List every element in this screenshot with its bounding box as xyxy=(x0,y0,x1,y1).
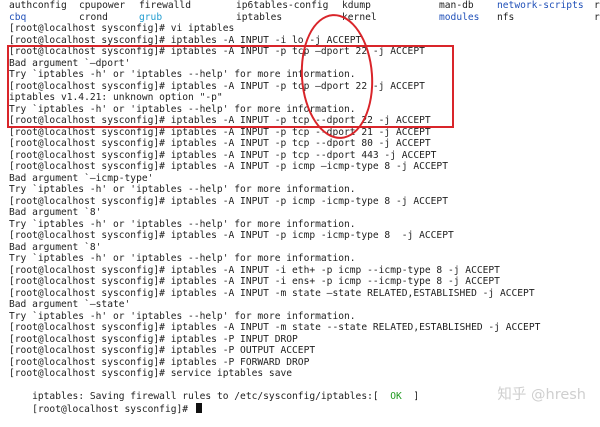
ls-output-row-1: authconfig cpupower firewalld ip6tables-… xyxy=(9,0,600,12)
terminal-line: Try `iptables -h' or 'iptables --help' f… xyxy=(9,218,356,230)
terminal-line: [root@localhost sysconfig]# iptables -P … xyxy=(9,345,316,356)
terminal-line: [root@localhost sysconfig]# iptables -A … xyxy=(9,230,454,241)
terminal-line: [root@localhost sysconfig]# iptables -A … xyxy=(9,276,500,287)
terminal-line: [root@localhost sysconfig]# iptables -P … xyxy=(9,333,298,345)
active-prompt-line[interactable]: [root@localhost sysconfig]# xyxy=(9,391,202,415)
terminal-line: [root@localhost sysconfig]# iptables -A … xyxy=(9,195,448,207)
shell-prompt: [root@localhost sysconfig]# xyxy=(32,403,194,415)
ls-entry: kdump xyxy=(342,0,371,11)
terminal-line: [root@localhost sysconfig]# iptables -A … xyxy=(9,287,535,299)
terminal-line: [root@localhost sysconfig]# vi iptables xyxy=(9,23,235,34)
terminal-line: [root@localhost sysconfig]# iptables -P … xyxy=(9,356,310,368)
terminal-line: [root@localhost sysconfig]# service ipta… xyxy=(9,368,293,379)
terminal-line: Try `iptables -h' or 'iptables --help' f… xyxy=(9,310,356,322)
terminal-line: [root@localhost sysconfig]# iptables -A … xyxy=(9,138,431,149)
terminal-line: [root@localhost sysconfig]# iptables -A … xyxy=(9,149,437,161)
ls-entry: cpupower xyxy=(79,0,126,11)
ls-entry: modules xyxy=(439,11,480,23)
ls-entry: network-scripts xyxy=(497,0,584,11)
terminal-line: Bad argument `—icmp-type' xyxy=(9,172,154,184)
terminal-line: [root@localhost sysconfig]# iptables -A … xyxy=(9,264,500,276)
terminal-line: Bad argument `—state' xyxy=(9,299,131,310)
save-status-close: ] xyxy=(401,391,420,402)
ls-entry: ip6tables-config xyxy=(236,0,329,11)
ls-entry: authconfig xyxy=(9,0,67,11)
terminal-line: [root@localhost sysconfig]# iptables -A … xyxy=(9,126,431,138)
ls-entry: grub xyxy=(139,11,163,23)
terminal-line: Bad argument `8' xyxy=(9,207,102,218)
ls-output-row-2: cbq crond grub iptables kernel modules n… xyxy=(9,12,600,24)
watermark: 知乎 @hresh xyxy=(497,387,586,403)
terminal-line: Try `iptables -h' or 'iptables --help' f… xyxy=(9,184,356,195)
terminal-line: [root@localhost sysconfig]# iptables -A … xyxy=(9,322,541,333)
terminal-line: Try `iptables -h' or 'iptables --help' f… xyxy=(9,253,356,264)
ls-entry: iptables xyxy=(236,11,283,23)
ls-entry: man-db xyxy=(439,0,474,11)
ls-entry: nfs xyxy=(497,11,515,23)
save-status-line: iptables: Saving firewall rules to /etc/… xyxy=(9,380,419,402)
terminal-line: [root@localhost sysconfig]# iptables -A … xyxy=(9,161,448,172)
ls-entry: cbq xyxy=(9,11,27,23)
ok-status: OK xyxy=(390,391,402,402)
ls-entry: firewalld xyxy=(139,0,191,11)
ls-entry: r xyxy=(594,11,600,23)
terminal-line: Bad argument `8' xyxy=(9,241,102,253)
terminal-cursor xyxy=(195,402,202,413)
terminal-window[interactable]: authconfig cpupower firewalld ip6tables-… xyxy=(0,0,600,418)
ls-entry: crond xyxy=(79,11,108,23)
highlight-rectangle xyxy=(7,45,454,128)
ls-entry: r xyxy=(594,0,600,11)
